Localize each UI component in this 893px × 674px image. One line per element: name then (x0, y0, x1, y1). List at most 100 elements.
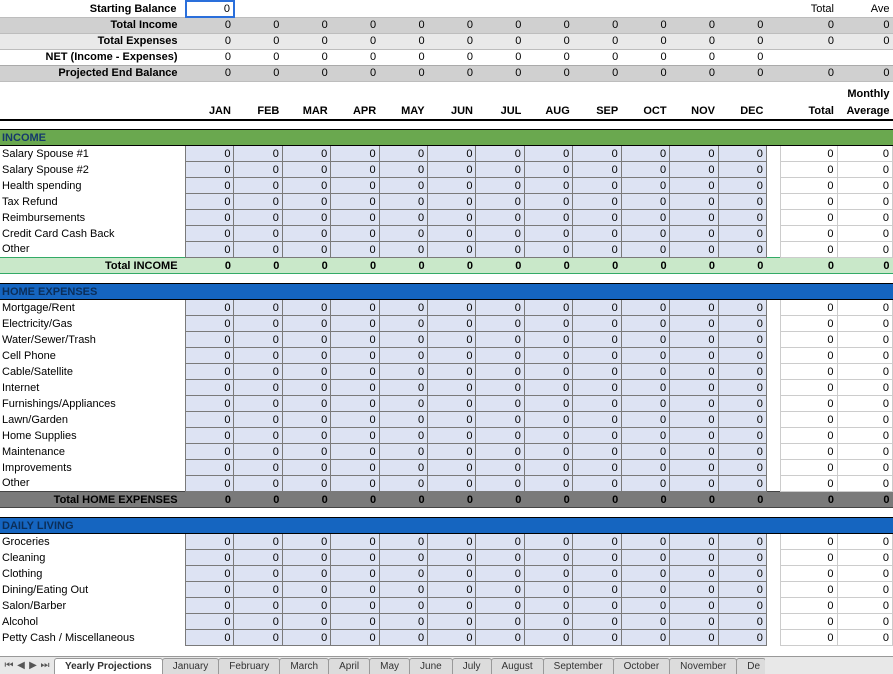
data-cell[interactable]: 0 (282, 428, 330, 444)
data-cell[interactable]: 0 (379, 146, 427, 162)
data-cell[interactable]: 0 (524, 598, 572, 614)
cell[interactable]: 0 (331, 49, 379, 65)
data-cell[interactable]: 0 (282, 242, 330, 258)
cell[interactable]: 0 (234, 49, 282, 65)
data-cell[interactable]: 0 (524, 460, 572, 476)
data-cell[interactable]: 0 (621, 242, 669, 258)
data-cell[interactable]: 0 (476, 582, 524, 598)
data-cell[interactable]: 0 (670, 428, 718, 444)
cell[interactable]: 0 (476, 49, 524, 65)
data-cell[interactable]: 0 (282, 194, 330, 210)
tab-prev-icon[interactable]: ◀ (16, 660, 26, 671)
data-cell[interactable]: 0 (718, 460, 766, 476)
data-cell[interactable]: 0 (670, 194, 718, 210)
cell[interactable]: 0 (524, 33, 572, 49)
data-cell[interactable]: 0 (476, 178, 524, 194)
data-cell[interactable]: 0 (573, 460, 621, 476)
cell[interactable]: 0 (282, 17, 330, 33)
data-cell[interactable]: 0 (670, 460, 718, 476)
data-cell[interactable]: 0 (476, 630, 524, 646)
data-cell[interactable]: 0 (428, 444, 476, 460)
data-cell[interactable]: 0 (379, 566, 427, 582)
cell[interactable]: 0 (428, 33, 476, 49)
data-cell[interactable]: 0 (573, 396, 621, 412)
data-cell[interactable]: 0 (331, 428, 379, 444)
sheet-tab[interactable]: De (736, 658, 765, 674)
data-cell[interactable]: 0 (718, 162, 766, 178)
data-cell[interactable]: 0 (186, 566, 234, 582)
data-cell[interactable]: 0 (573, 412, 621, 428)
data-cell[interactable]: 0 (573, 380, 621, 396)
data-cell[interactable]: 0 (476, 364, 524, 380)
data-cell[interactable]: 0 (234, 332, 282, 348)
data-cell[interactable]: 0 (282, 396, 330, 412)
data-cell[interactable]: 0 (718, 412, 766, 428)
data-cell[interactable]: 0 (621, 178, 669, 194)
data-cell[interactable]: 0 (718, 364, 766, 380)
data-cell[interactable]: 0 (234, 428, 282, 444)
data-cell[interactable]: 0 (282, 300, 330, 316)
data-cell[interactable]: 0 (476, 316, 524, 332)
data-cell[interactable]: 0 (621, 332, 669, 348)
data-cell[interactable]: 0 (573, 226, 621, 242)
data-cell[interactable]: 0 (573, 210, 621, 226)
data-cell[interactable]: 0 (379, 380, 427, 396)
data-cell[interactable]: 0 (282, 146, 330, 162)
cell[interactable]: 0 (670, 65, 718, 81)
data-cell[interactable]: 0 (524, 614, 572, 630)
data-cell[interactable]: 0 (379, 396, 427, 412)
data-cell[interactable]: 0 (428, 316, 476, 332)
cell[interactable]: 0 (573, 33, 621, 49)
data-cell[interactable]: 0 (573, 194, 621, 210)
data-cell[interactable]: 0 (331, 630, 379, 646)
data-cell[interactable]: 0 (621, 534, 669, 550)
sheet-tab[interactable]: February (218, 658, 280, 674)
data-cell[interactable]: 0 (282, 210, 330, 226)
data-cell[interactable]: 0 (234, 630, 282, 646)
data-cell[interactable]: 0 (670, 242, 718, 258)
data-cell[interactable]: 0 (718, 534, 766, 550)
data-cell[interactable]: 0 (331, 178, 379, 194)
data-cell[interactable]: 0 (670, 598, 718, 614)
data-cell[interactable]: 0 (621, 146, 669, 162)
data-cell[interactable]: 0 (186, 444, 234, 460)
data-cell[interactable]: 0 (573, 162, 621, 178)
sheet-tab[interactable]: May (369, 658, 410, 674)
data-cell[interactable]: 0 (718, 380, 766, 396)
data-cell[interactable]: 0 (524, 348, 572, 364)
data-cell[interactable]: 0 (331, 460, 379, 476)
data-cell[interactable]: 0 (621, 566, 669, 582)
data-cell[interactable]: 0 (428, 332, 476, 348)
data-cell[interactable]: 0 (379, 226, 427, 242)
cell[interactable]: 0 (670, 33, 718, 49)
cell[interactable]: 0 (670, 49, 718, 65)
data-cell[interactable]: 0 (621, 476, 669, 492)
data-cell[interactable]: 0 (573, 582, 621, 598)
data-cell[interactable]: 0 (234, 534, 282, 550)
data-cell[interactable]: 0 (234, 476, 282, 492)
data-cell[interactable]: 0 (234, 162, 282, 178)
sheet-tab[interactable]: April (328, 658, 370, 674)
data-cell[interactable]: 0 (428, 598, 476, 614)
data-cell[interactable]: 0 (573, 598, 621, 614)
data-cell[interactable]: 0 (379, 598, 427, 614)
data-cell[interactable]: 0 (234, 396, 282, 412)
data-cell[interactable]: 0 (670, 566, 718, 582)
cell[interactable]: 0 (621, 33, 669, 49)
data-cell[interactable]: 0 (331, 412, 379, 428)
sheet-tab[interactable]: Yearly Projections (54, 658, 163, 674)
cell[interactable]: 0 (573, 65, 621, 81)
data-cell[interactable]: 0 (621, 162, 669, 178)
data-cell[interactable]: 0 (621, 460, 669, 476)
cell[interactable]: 0 (718, 65, 766, 81)
cell[interactable]: 0 (234, 33, 282, 49)
data-cell[interactable]: 0 (718, 566, 766, 582)
data-cell[interactable]: 0 (428, 550, 476, 566)
data-cell[interactable]: 0 (524, 630, 572, 646)
data-cell[interactable]: 0 (282, 316, 330, 332)
data-cell[interactable]: 0 (573, 630, 621, 646)
data-cell[interactable]: 0 (621, 348, 669, 364)
data-cell[interactable]: 0 (573, 332, 621, 348)
data-cell[interactable]: 0 (670, 550, 718, 566)
sheet-tab[interactable]: August (491, 658, 544, 674)
